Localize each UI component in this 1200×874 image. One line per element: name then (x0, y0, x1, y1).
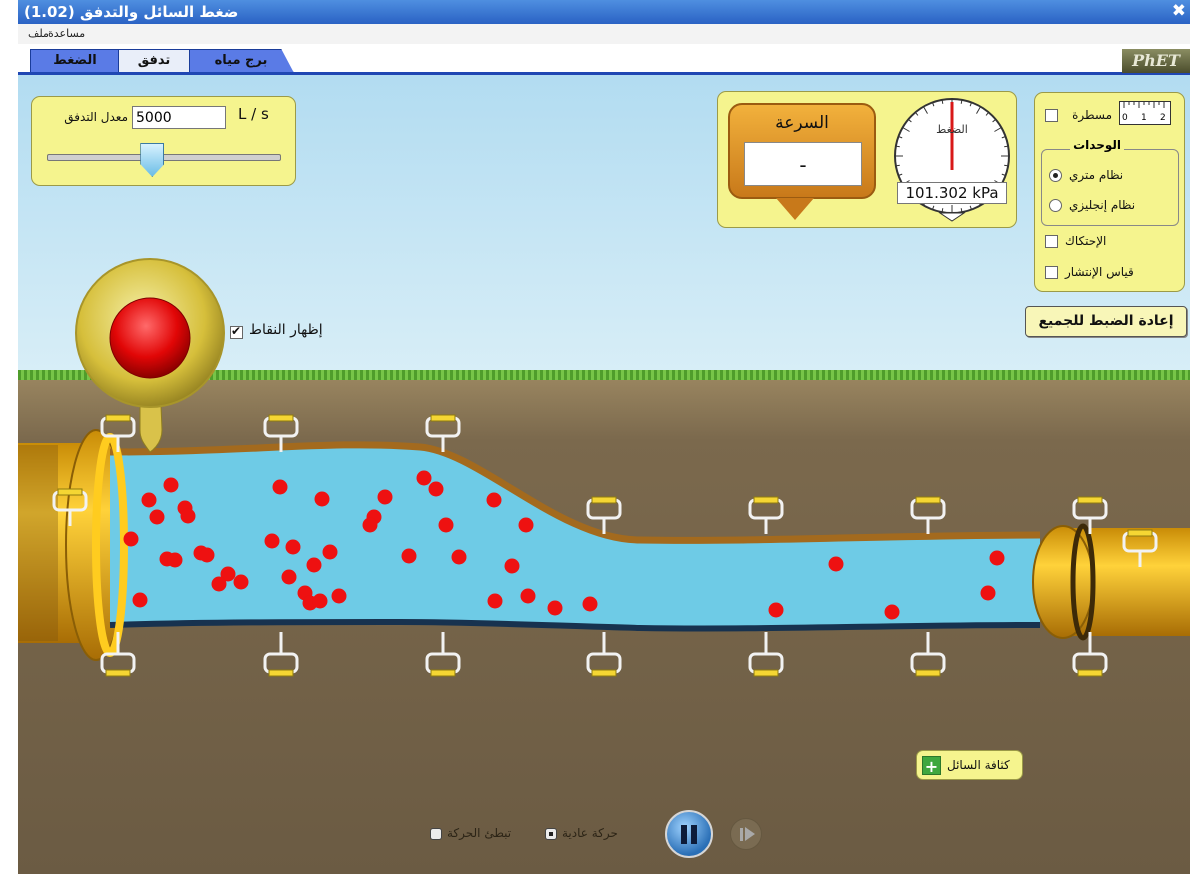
flow-rate-slider-thumb[interactable] (140, 143, 165, 177)
close-icon[interactable]: ✖ (1172, 1, 1186, 21)
ruler-icon: 0 1 2 (1119, 101, 1171, 125)
show-dots-checkbox[interactable] (230, 324, 243, 339)
normal-motion-radio[interactable] (545, 828, 557, 840)
phet-logo: PhET (1122, 49, 1190, 73)
flow-rate-label: معدل التدفق (64, 110, 128, 124)
friction-checkbox[interactable] (1045, 235, 1058, 248)
speed-value: - (744, 142, 862, 186)
speed-title: السرعة (775, 113, 829, 133)
ruler-tick-0: 0 (1122, 113, 1128, 123)
fluid-density-button[interactable]: + كثافة السائل (916, 750, 1023, 780)
speed-meter-pointer (776, 198, 814, 220)
menu-file[interactable]: ملف (28, 27, 49, 40)
speed-meter[interactable]: السرعة - (728, 103, 876, 199)
gauge-tick (941, 208, 944, 213)
gauge-tick (941, 99, 944, 104)
tab-water-tower[interactable]: برج مياه (188, 49, 294, 73)
english-label: نظام إنجليزي (1069, 198, 1136, 212)
english-radio[interactable] (1049, 199, 1062, 212)
normal-motion-label: حركة عادية (562, 826, 618, 840)
flux-checkbox[interactable] (1045, 266, 1058, 279)
reset-all-button[interactable]: إعادة الضبط للجميع (1025, 306, 1187, 337)
window-title: ضغط السائل والتدفق (1.02) (24, 3, 239, 21)
gauge-pointer (938, 212, 966, 222)
slow-motion-label: تبطئ الحركة (447, 826, 512, 840)
show-dots-label: إظهار النقاط (249, 322, 323, 338)
fluid-density-label: كثافة السائل (947, 758, 1010, 772)
metric-radio[interactable] (1049, 169, 1062, 182)
gauge-tick (960, 99, 963, 104)
flow-rate-input[interactable] (132, 106, 226, 129)
title-bar: ضغط السائل والتدفق (1.02) ✖ (18, 0, 1190, 24)
gauge-tick (895, 145, 900, 148)
units-title: الوحدات (1070, 138, 1124, 152)
ruler-tick-2: 2 (1160, 113, 1166, 123)
units-group (1041, 149, 1179, 226)
friction-label: الإحتكاك (1065, 234, 1107, 248)
gauge-label: الضغط (936, 123, 968, 136)
speed-pressure-panel: السرعة - الضغط 101.302 kPa (717, 91, 1017, 228)
ruler-checkbox[interactable] (1045, 109, 1058, 122)
pressure-readout: 101.302 kPa (897, 182, 1007, 204)
tab-flow[interactable]: تدفق (118, 49, 190, 73)
gauge-tick (1004, 145, 1009, 148)
pause-button[interactable] (665, 810, 713, 858)
tab-bar: الضغط برج مياه تدفق PhET (18, 44, 1190, 75)
flow-rate-panel: معدل التدفق L / s (31, 96, 296, 186)
step-button[interactable] (730, 818, 762, 850)
options-panel: 0 1 2 مسطرة الوحدات نظام متري نظام إنجلي… (1034, 92, 1185, 292)
gauge-tick (895, 164, 900, 167)
metric-label: نظام متري (1069, 168, 1124, 182)
plus-icon: + (922, 756, 941, 776)
ruler-label: مسطرة (1072, 108, 1112, 122)
ground (18, 380, 1190, 874)
tab-pressure[interactable]: الضغط (30, 49, 120, 73)
gauge-tick (960, 208, 963, 213)
menu-bar: ملف مساعدة (18, 24, 1190, 44)
flow-rate-units: L / s (238, 105, 269, 123)
menu-help[interactable]: مساعدة (48, 27, 85, 40)
ruler-tick-1: 1 (1141, 113, 1147, 123)
grass-strip (18, 370, 1190, 380)
gauge-tick (1004, 164, 1009, 167)
flux-label: قياس الإنتشار (1065, 265, 1134, 279)
slow-motion-radio[interactable] (430, 828, 442, 840)
